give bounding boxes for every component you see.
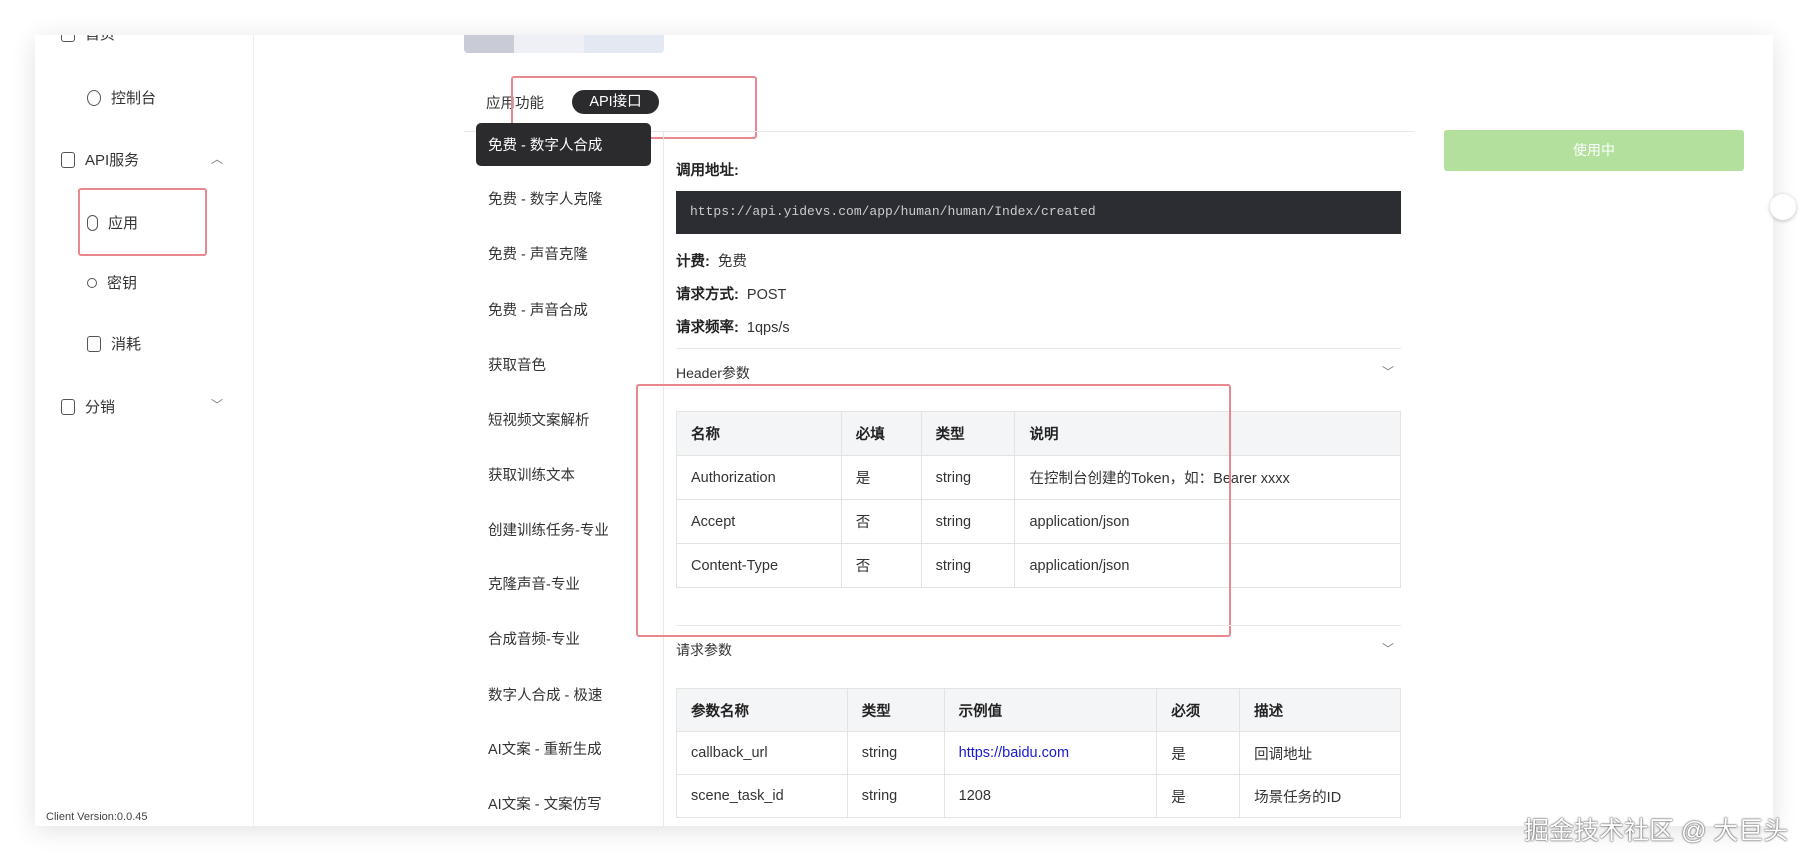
nav-label: 分销 bbox=[85, 399, 116, 416]
chevron-down-icon[interactable]: ﹀ bbox=[211, 396, 223, 413]
api-list-item[interactable]: 免费 - 声音合成 bbox=[476, 288, 651, 331]
floating-handle[interactable] bbox=[1770, 194, 1796, 220]
api-list-item[interactable]: AI文案 - 文案仿写 bbox=[476, 782, 651, 825]
url-label: 调用地址: bbox=[676, 163, 739, 179]
api-list-item[interactable]: 免费 - 数字人合成 bbox=[476, 123, 651, 166]
sidebar-item-app[interactable]: 应用 bbox=[87, 212, 138, 233]
column-header: 示例值 bbox=[943, 688, 1158, 732]
mouse-icon bbox=[87, 214, 98, 231]
column-header: 说明 bbox=[1014, 411, 1401, 456]
nav-label: API服务 bbox=[85, 152, 140, 169]
sidebar-item-key[interactable]: 密钥 bbox=[87, 272, 137, 293]
chevron-up-icon[interactable]: ︿ bbox=[211, 150, 223, 167]
table-cell: application/json bbox=[1014, 543, 1401, 588]
column-header: 类型 bbox=[920, 411, 1016, 456]
table-cell: 1208 bbox=[943, 774, 1158, 818]
api-list-item[interactable]: 免费 - 数字人克隆 bbox=[476, 177, 651, 220]
api-list-item[interactable]: 创建训练任务-专业 bbox=[476, 508, 651, 551]
divider bbox=[676, 625, 1401, 626]
table-cell: application/json bbox=[1014, 499, 1401, 544]
table-cell: 是 bbox=[840, 455, 922, 500]
tab-app-features[interactable]: 应用功能 bbox=[486, 92, 544, 113]
api-list-item[interactable]: 数字人合成 - 极速 bbox=[476, 673, 651, 716]
table-cell: callback_url bbox=[676, 731, 848, 775]
column-header: 类型 bbox=[846, 688, 945, 732]
column-header: 名称 bbox=[676, 411, 842, 456]
key-icon bbox=[87, 277, 97, 288]
billing-row: 计费: 免费 bbox=[676, 254, 747, 270]
api-list-item[interactable]: 免费 - 声音克隆 bbox=[476, 232, 651, 275]
table-row: Authorization 是 string 在控制台创建的Token，如：Beare… bbox=[676, 455, 1401, 500]
request-params-section[interactable]: 请求参数 bbox=[676, 640, 732, 660]
table-cell: 否 bbox=[840, 543, 922, 588]
table-cell: 否 bbox=[840, 499, 922, 544]
table-row: Accept 否 string application/json bbox=[676, 499, 1401, 544]
nav-label: 应用 bbox=[108, 215, 139, 232]
client-version: Client Version:0.0.45 bbox=[46, 811, 148, 823]
api-url: https://api.yidevs.com/app/human/human/I… bbox=[676, 191, 1401, 234]
api-list-item[interactable]: 获取音色 bbox=[476, 343, 651, 386]
column-header: 描述 bbox=[1239, 688, 1401, 732]
table-cell: Accept bbox=[676, 499, 842, 544]
params-table: 参数名称 类型 示例值 必须 描述 callback_url string https://b… bbox=[676, 688, 1401, 818]
sidebar-item-api-service[interactable]: API服务 bbox=[61, 149, 139, 170]
table-cell: scene_task_id bbox=[676, 774, 848, 818]
api-list-item[interactable]: AI文案 - 重新生成 bbox=[476, 727, 651, 770]
home-icon bbox=[61, 35, 75, 42]
example-link[interactable]: https://baidu.com bbox=[959, 745, 1069, 761]
bag-icon bbox=[61, 151, 75, 168]
sidebar-item-distribution[interactable]: 分销 bbox=[61, 396, 115, 417]
nav-label: 密钥 bbox=[107, 275, 138, 292]
document-icon bbox=[87, 335, 101, 352]
sidebar: 首页 控制台 API服务 ︿ 应用 密钥 消耗 分销 ﹀ Client Vers… bbox=[35, 35, 254, 826]
chevron-down-icon[interactable]: ﹀ bbox=[1382, 640, 1394, 657]
nav-label: 首页 bbox=[85, 35, 115, 44]
table-cell: string bbox=[920, 455, 1016, 500]
table-cell: string bbox=[846, 731, 945, 775]
nav-label: 控制台 bbox=[111, 90, 157, 107]
api-list-item[interactable]: 短视频文案解析 bbox=[476, 398, 651, 441]
api-list-item[interactable]: 克隆声音-专业 bbox=[476, 562, 651, 605]
api-list-item[interactable]: 获取训练文本 bbox=[476, 453, 651, 496]
sidebar-item-usage[interactable]: 消耗 bbox=[87, 333, 141, 354]
table-cell: string bbox=[920, 499, 1016, 544]
sidebar-item-home[interactable]: 首页 bbox=[61, 35, 115, 44]
divider bbox=[676, 348, 1401, 349]
header-params-section[interactable]: Header参数 bbox=[676, 363, 750, 383]
column-header: 参数名称 bbox=[676, 688, 848, 732]
table-row: scene_task_id string 1208 是场景任务的ID bbox=[676, 774, 1401, 818]
tab-api[interactable]: API接口 bbox=[572, 90, 659, 114]
app-thumbnail bbox=[464, 35, 664, 53]
console-icon bbox=[87, 89, 101, 106]
table-cell: 回调地址 bbox=[1239, 731, 1401, 775]
header-table: 名称 必填 类型 说明 Authorization 是 string 在控制台创建的Token… bbox=[676, 411, 1401, 588]
column-header: 必填 bbox=[840, 411, 922, 456]
table-cell: 是 bbox=[1156, 774, 1241, 818]
watermark: 掘金技术社区 @ 大巨头 bbox=[1524, 817, 1789, 845]
chevron-down-icon[interactable]: ﹀ bbox=[1382, 363, 1394, 380]
table-cell: string bbox=[920, 543, 1016, 588]
column-header: 必须 bbox=[1156, 688, 1241, 732]
table-cell: 是 bbox=[1156, 731, 1241, 775]
rate-row: 请求频率: 1qps/s bbox=[676, 320, 790, 336]
sidebar-item-console[interactable]: 控制台 bbox=[87, 87, 156, 108]
table-cell: Content-Type bbox=[676, 543, 842, 588]
distribution-icon bbox=[61, 398, 75, 415]
in-use-button[interactable]: 使用中 bbox=[1444, 130, 1744, 171]
nav-label: 消耗 bbox=[111, 336, 142, 353]
app-window: 首页 控制台 API服务 ︿ 应用 密钥 消耗 分销 ﹀ Client Vers… bbox=[35, 35, 1773, 826]
method-row: 请求方式: POST bbox=[676, 287, 787, 303]
api-list-item[interactable]: 合成音频-专业 bbox=[476, 617, 651, 660]
table-cell: Authorization bbox=[676, 455, 842, 500]
table-cell: 在控制台创建的Token，如：Bearer xxxx bbox=[1014, 455, 1401, 500]
table-row: callback_url string https://baidu.com 是回调地址 bbox=[676, 731, 1401, 775]
table-cell: 场景任务的ID bbox=[1239, 774, 1401, 818]
list-divider bbox=[663, 132, 664, 826]
table-row: Content-Type 否 string application/json bbox=[676, 543, 1401, 588]
table-cell: string bbox=[846, 774, 945, 818]
